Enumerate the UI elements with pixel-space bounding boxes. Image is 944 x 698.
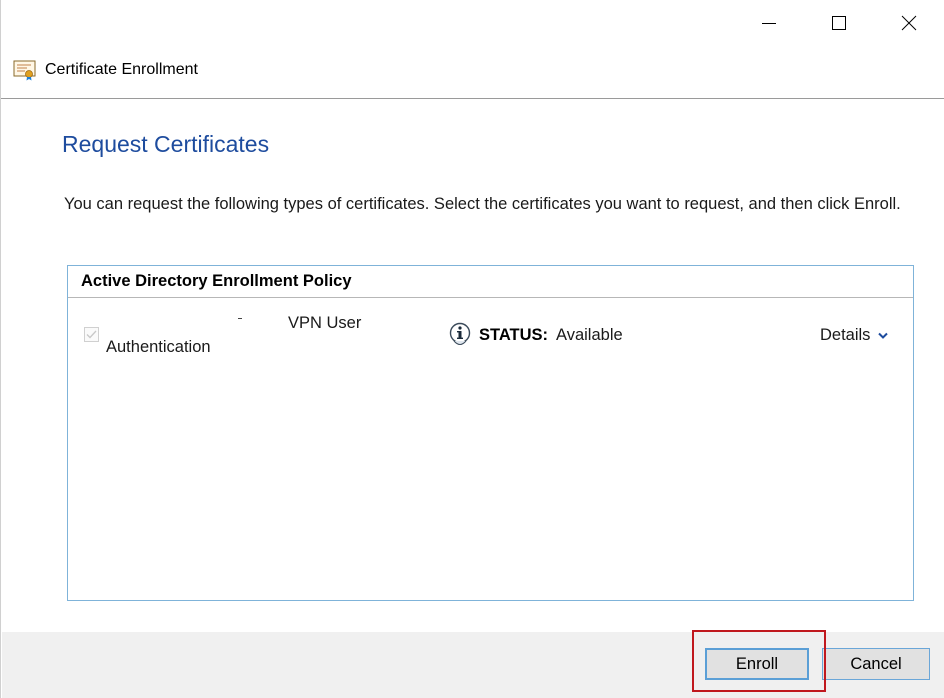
certificate-enrollment-window: Certificate Enrollment Request Certifica… — [0, 0, 944, 698]
details-toggle[interactable]: Details — [820, 326, 889, 345]
checkmark-icon — [86, 330, 97, 339]
info-icon — [449, 322, 471, 345]
status-value: Available — [556, 326, 623, 344]
instructions-text: You can request the following types of c… — [64, 195, 901, 213]
chevron-down-icon — [878, 332, 889, 339]
window-title: Certificate Enrollment — [45, 61, 198, 78]
page-title: Request Certificates — [62, 131, 270, 157]
certificate-name: VPN User — [288, 314, 362, 332]
certificate-checkbox[interactable] — [84, 327, 99, 342]
title-bar: Certificate Enrollment — [1, 50, 944, 90]
enrollment-policy-list: Active Directory Enrollment Policy VPN U… — [67, 265, 914, 601]
certificate-name-continued: Authentication — [106, 338, 211, 356]
enroll-highlight — [692, 630, 826, 692]
close-icon — [901, 15, 917, 31]
title-divider — [1, 98, 944, 99]
cancel-button[interactable]: Cancel — [822, 648, 930, 680]
minimize-icon — [762, 23, 776, 24]
maximize-button[interactable] — [804, 0, 874, 46]
maximize-icon — [832, 16, 846, 30]
caption-buttons — [734, 0, 944, 46]
policy-header: Active Directory Enrollment Policy — [68, 266, 913, 298]
details-label: Details — [820, 326, 871, 344]
certificate-icon — [13, 60, 36, 81]
status-label: STATUS: — [479, 326, 549, 344]
close-button[interactable] — [874, 0, 944, 46]
minimize-button[interactable] — [734, 0, 804, 46]
name-separator — [238, 318, 242, 319]
